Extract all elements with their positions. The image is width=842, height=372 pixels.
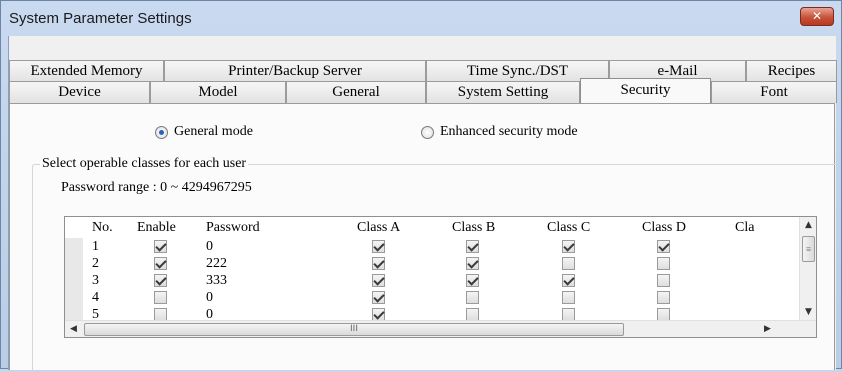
tab-row-1: Extended Memory Printer/Backup Server Ti… xyxy=(9,60,837,82)
header-password[interactable]: Password xyxy=(206,217,260,239)
row-selector[interactable] xyxy=(65,255,83,272)
class-b-checkbox[interactable] xyxy=(466,257,479,270)
tab-model[interactable]: Model xyxy=(150,81,286,103)
row-no: 2 xyxy=(92,256,99,271)
general-mode-radio[interactable]: General mode xyxy=(155,124,253,140)
groupbox-title: Select operable classes for each user xyxy=(40,156,249,172)
tab-security[interactable]: Security xyxy=(580,78,711,104)
title-bar[interactable]: System Parameter Settings ✕ xyxy=(1,1,841,35)
row-selector[interactable] xyxy=(65,238,83,255)
enable-checkbox[interactable] xyxy=(154,291,167,304)
password-cell[interactable]: 222 xyxy=(206,255,227,272)
system-parameter-settings-window: System Parameter Settings ✕ Extended Mem… xyxy=(0,0,842,372)
scroll-down-arrow-icon[interactable]: ▼ xyxy=(800,304,816,321)
class-a-checkbox[interactable] xyxy=(372,274,385,287)
tab-extended-memory[interactable]: Extended Memory xyxy=(9,60,164,82)
vertical-scrollbar[interactable]: ▲ ≡ ▼ xyxy=(799,217,816,321)
header-class-d[interactable]: Class D xyxy=(642,217,686,239)
security-tab-panel: General mode Enhanced security mode Sele… xyxy=(9,103,836,372)
class-b-checkbox[interactable] xyxy=(466,240,479,253)
class-d-checkbox[interactable] xyxy=(657,291,670,304)
class-a-checkbox[interactable] xyxy=(372,240,385,253)
dialog-client-area: Extended Memory Printer/Backup Server Ti… xyxy=(8,36,837,372)
scroll-left-arrow-icon[interactable]: ◀ xyxy=(65,321,82,337)
row-selector[interactable] xyxy=(65,289,83,306)
tab-device[interactable]: Device xyxy=(9,81,150,103)
class-b-checkbox[interactable] xyxy=(466,291,479,304)
class-d-checkbox[interactable] xyxy=(657,240,670,253)
row-no: 4 xyxy=(92,290,99,305)
row-no: 3 xyxy=(92,273,99,288)
scroll-up-arrow-icon[interactable]: ▲ xyxy=(800,217,816,234)
class-c-checkbox[interactable] xyxy=(562,240,575,253)
table-row[interactable]: 2 222 xyxy=(65,255,816,272)
horizontal-scrollbar[interactable]: ◀ III ▶ xyxy=(65,320,816,337)
enable-checkbox[interactable] xyxy=(154,257,167,270)
close-button[interactable]: ✕ xyxy=(800,7,834,26)
tab-recipes[interactable]: Recipes xyxy=(746,60,837,82)
header-class-a[interactable]: Class A xyxy=(357,217,400,239)
tab-system-setting[interactable]: System Setting xyxy=(426,81,580,103)
row-selector[interactable] xyxy=(65,272,83,289)
tab-general[interactable]: General xyxy=(286,81,426,103)
horizontal-scroll-thumb[interactable]: III xyxy=(84,323,624,336)
password-cell[interactable]: 0 xyxy=(206,238,213,255)
row-no: 1 xyxy=(92,239,99,254)
table-row[interactable]: 3 333 xyxy=(65,272,816,289)
enable-checkbox[interactable] xyxy=(154,274,167,287)
password-range-label: Password range : 0 ~ 4294967295 xyxy=(61,180,252,195)
scroll-right-arrow-icon[interactable]: ▶ xyxy=(759,321,776,337)
class-c-checkbox[interactable] xyxy=(562,291,575,304)
class-c-checkbox[interactable] xyxy=(562,257,575,270)
tab-row-2: Device Model General System Setting Font… xyxy=(9,78,837,104)
user-class-grid[interactable]: No. Enable Password Class A Class B Clas… xyxy=(64,216,817,338)
header-enable[interactable]: Enable xyxy=(137,217,176,239)
password-cell[interactable]: 0 xyxy=(206,289,213,306)
header-class-b[interactable]: Class B xyxy=(452,217,495,239)
class-d-checkbox[interactable] xyxy=(657,257,670,270)
tab-font[interactable]: Font xyxy=(711,81,837,103)
radio-selected-icon xyxy=(155,125,168,139)
window-title: System Parameter Settings xyxy=(9,10,192,27)
header-no[interactable]: No. xyxy=(92,217,113,239)
class-d-checkbox[interactable] xyxy=(657,274,670,287)
radio-unselected-icon xyxy=(421,125,434,139)
class-c-checkbox[interactable] xyxy=(562,274,575,287)
class-b-checkbox[interactable] xyxy=(466,274,479,287)
vertical-scroll-thumb[interactable]: ≡ xyxy=(802,236,815,262)
tab-printer-backup-server[interactable]: Printer/Backup Server xyxy=(164,60,426,82)
enable-checkbox[interactable] xyxy=(154,240,167,253)
table-row[interactable]: 1 0 xyxy=(65,238,816,255)
grid-header: No. Enable Password Class A Class B Clas… xyxy=(65,217,816,239)
table-row[interactable]: 4 0 xyxy=(65,289,816,306)
class-a-checkbox[interactable] xyxy=(372,291,385,304)
enhanced-security-mode-label: Enhanced security mode xyxy=(440,124,578,139)
general-mode-label: General mode xyxy=(174,124,253,139)
header-class-e-truncated[interactable]: Clas xyxy=(735,217,755,239)
password-cell[interactable]: 333 xyxy=(206,272,227,289)
header-class-c[interactable]: Class C xyxy=(547,217,590,239)
enhanced-security-mode-radio[interactable]: Enhanced security mode xyxy=(421,124,578,140)
class-a-checkbox[interactable] xyxy=(372,257,385,270)
